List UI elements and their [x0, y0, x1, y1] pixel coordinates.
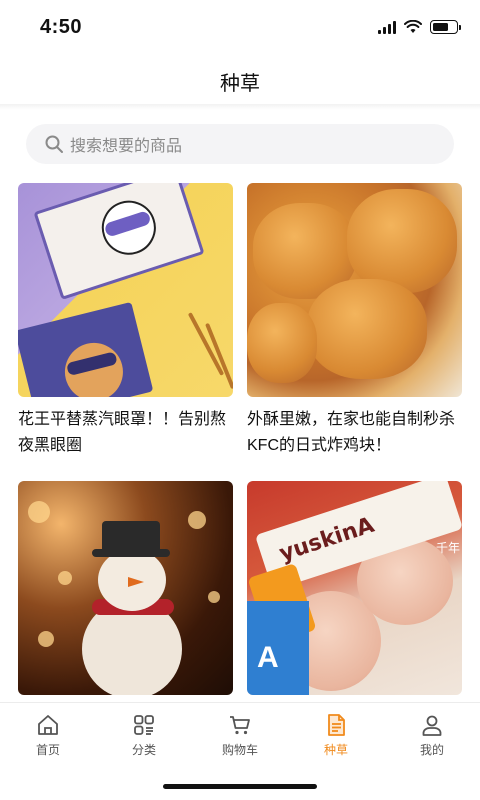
- feed-card-title[interactable]: 花王平替蒸汽眼罩！！告别熬夜黑眼圈: [18, 407, 233, 459]
- tab-label: 我的: [419, 743, 444, 757]
- snowman-image[interactable]: [18, 481, 233, 695]
- page-title: 种草: [220, 72, 260, 95]
- tab-cart[interactable]: 购物车: [192, 703, 288, 766]
- tab-home[interactable]: 首页: [0, 703, 96, 766]
- image-corner-text: 千年: [435, 541, 460, 555]
- feed-grid[interactable]: 花王平替蒸汽眼罩！！告别熬夜黑眼圈 外酥里嫩，在家也能自制秒杀KFC的日式炸鸡块…: [18, 183, 462, 698]
- product-brand-text: yuskinA: [276, 512, 378, 567]
- feed-card[interactable]: yuskinA A 千年: [247, 481, 462, 698]
- status-bar: 4:50: [0, 0, 480, 56]
- tab-profile[interactable]: 我的: [384, 703, 480, 766]
- search-icon: [44, 134, 64, 154]
- cream-feet-image[interactable]: yuskinA A 千年: [247, 481, 462, 695]
- home-icon: [35, 712, 61, 738]
- cellular-signal-icon: [378, 20, 396, 34]
- search-placeholder: 搜索想要的商品: [70, 138, 183, 155]
- tab-notes[interactable]: 种草: [288, 703, 384, 766]
- tab-category[interactable]: 分类: [96, 703, 192, 766]
- tab-bar: 首页 分类 购物车 种草 我的: [0, 702, 480, 766]
- status-icons: [378, 20, 461, 34]
- feed-card[interactable]: [18, 481, 233, 698]
- tab-label: 分类: [131, 743, 156, 757]
- nav-bar: 种草: [0, 56, 480, 106]
- note-icon: [323, 712, 349, 738]
- eye-mask-image[interactable]: [18, 183, 233, 397]
- user-icon: [419, 712, 445, 738]
- product-pack-text: A: [257, 641, 279, 674]
- tab-label: 种草: [323, 743, 348, 757]
- home-indicator[interactable]: [163, 784, 317, 789]
- wifi-icon: [404, 20, 422, 33]
- category-icon: [131, 712, 157, 738]
- feed-card[interactable]: 外酥里嫩，在家也能自制秒杀KFC的日式炸鸡块！: [247, 183, 462, 459]
- battery-icon: [430, 20, 461, 34]
- feed-card[interactable]: 花王平替蒸汽眼罩！！告别熬夜黑眼圈: [18, 183, 233, 459]
- tab-label: 购物车: [221, 743, 258, 757]
- cart-icon: [227, 712, 253, 738]
- tab-label: 首页: [35, 743, 60, 757]
- search-input[interactable]: 搜索想要的商品: [26, 124, 454, 164]
- fried-chicken-image[interactable]: [247, 183, 462, 397]
- feed-card-title[interactable]: 外酥里嫩，在家也能自制秒杀KFC的日式炸鸡块！: [247, 407, 462, 459]
- nav-divider: [0, 104, 480, 110]
- status-time: 4:50: [40, 16, 83, 38]
